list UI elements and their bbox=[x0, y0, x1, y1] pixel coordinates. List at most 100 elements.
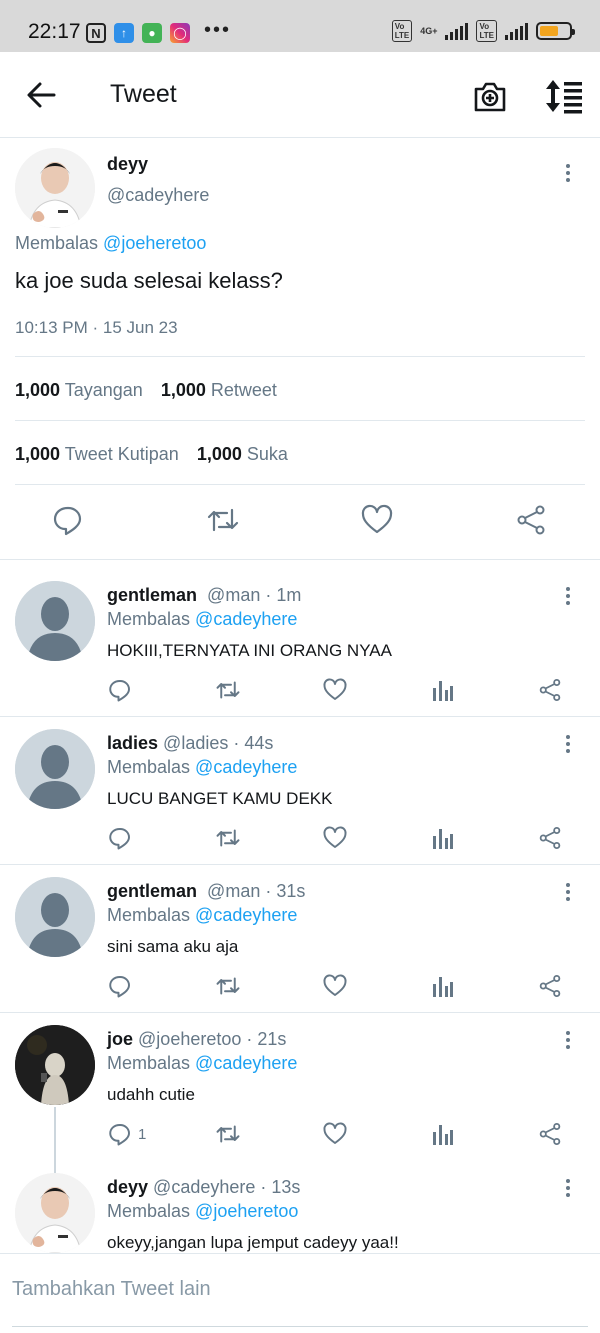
more-options-button[interactable] bbox=[556, 583, 580, 609]
share-icon bbox=[517, 505, 545, 535]
reply-author-handle[interactable]: @man · 31s bbox=[207, 881, 305, 901]
reply-author-handle[interactable]: @joeheretoo · 21s bbox=[138, 1029, 286, 1049]
reply-author-name[interactable]: deyy bbox=[107, 1177, 148, 1197]
more-dot bbox=[566, 890, 570, 894]
share-button[interactable] bbox=[538, 973, 562, 999]
like-button[interactable] bbox=[323, 677, 347, 703]
retweet-button[interactable] bbox=[206, 503, 240, 537]
share-button[interactable] bbox=[538, 677, 562, 703]
top-app-bar: Tweet bbox=[0, 52, 600, 138]
replying-to-handle[interactable]: @cadeyhere bbox=[195, 609, 297, 629]
more-dot bbox=[566, 1179, 570, 1183]
reply-author-handle[interactable]: @man · 1m bbox=[207, 585, 301, 605]
arrow-left-icon bbox=[27, 82, 56, 108]
retweets-stat[interactable]: 1,000 Retweet bbox=[161, 380, 277, 401]
reply-author-handle[interactable]: @cadeyhere · 13s bbox=[153, 1177, 300, 1197]
analytics-button[interactable] bbox=[432, 973, 454, 999]
replying-to-prefix: Membalas bbox=[107, 757, 191, 777]
retweet-icon bbox=[207, 508, 239, 532]
share-button[interactable] bbox=[514, 503, 548, 537]
more-dot bbox=[566, 883, 570, 887]
reply-button[interactable] bbox=[108, 973, 138, 999]
like-button[interactable] bbox=[323, 1121, 347, 1147]
avatar[interactable] bbox=[15, 877, 95, 957]
replying-to-handle[interactable]: @joeheretoo bbox=[195, 1201, 298, 1221]
user-photo-icon bbox=[15, 148, 95, 228]
reply-button[interactable] bbox=[51, 503, 85, 537]
likes-stat[interactable]: 1,000 Suka bbox=[197, 444, 288, 465]
quotes-label: Tweet Kutipan bbox=[64, 444, 179, 464]
more-options-button[interactable] bbox=[556, 731, 580, 757]
reply-author-name[interactable]: joe bbox=[107, 1029, 133, 1049]
reply-icon bbox=[109, 1124, 130, 1146]
more-options-button[interactable] bbox=[556, 1027, 580, 1053]
quotes-stat[interactable]: 1,000 Tweet Kutipan bbox=[15, 444, 179, 465]
reply-actions bbox=[0, 825, 600, 855]
user-photo-icon bbox=[15, 1025, 95, 1105]
sort-icon bbox=[546, 80, 582, 114]
like-button[interactable] bbox=[360, 503, 394, 537]
reply-icon bbox=[109, 828, 130, 850]
reply-tweet[interactable]: gentleman @man · 31s Membalas @cadeyhere… bbox=[0, 865, 600, 1013]
replying-to-handle[interactable]: @joeheretoo bbox=[103, 233, 206, 253]
more-options-button[interactable] bbox=[556, 879, 580, 905]
replying-to-handle[interactable]: @cadeyhere bbox=[195, 905, 297, 925]
share-button[interactable] bbox=[538, 825, 562, 851]
instagram-icon: ◯ bbox=[170, 23, 190, 43]
views-stat[interactable]: 1,000 Tayangan bbox=[15, 380, 143, 401]
heart-icon bbox=[323, 1122, 347, 1144]
reply-tweet[interactable]: gentleman @man · 1m Membalas @cadeyhere … bbox=[0, 561, 600, 717]
more-options-button[interactable] bbox=[556, 160, 580, 186]
like-button[interactable] bbox=[323, 825, 347, 851]
camera-plus-icon bbox=[474, 82, 506, 112]
camera-button[interactable] bbox=[470, 76, 510, 116]
retweet-button[interactable] bbox=[215, 825, 241, 851]
retweet-button[interactable] bbox=[215, 1121, 241, 1147]
sort-replies-button[interactable] bbox=[542, 76, 586, 116]
back-button[interactable] bbox=[24, 80, 60, 110]
avatar[interactable] bbox=[15, 1025, 95, 1105]
default-avatar-icon bbox=[15, 729, 95, 809]
replying-to-prefix: Membalas bbox=[15, 233, 99, 253]
reply-button[interactable] bbox=[108, 825, 138, 851]
add-tweet-input[interactable]: Tambahkan Tweet lain bbox=[12, 1278, 211, 1301]
retweet-button[interactable] bbox=[215, 677, 241, 703]
replying-to-prefix: Membalas bbox=[107, 1053, 191, 1073]
tweet-actions bbox=[0, 503, 600, 543]
reply-author-name[interactable]: gentleman bbox=[107, 585, 197, 605]
analytics-button[interactable] bbox=[432, 677, 454, 703]
share-icon bbox=[539, 678, 561, 702]
replying-to-handle[interactable]: @cadeyhere bbox=[195, 757, 297, 777]
more-dot bbox=[566, 749, 570, 753]
author-name[interactable]: deyy bbox=[107, 154, 148, 175]
avatar[interactable] bbox=[15, 729, 95, 809]
heart-icon bbox=[323, 826, 347, 848]
share-button[interactable] bbox=[538, 1121, 562, 1147]
like-button[interactable] bbox=[323, 973, 347, 999]
more-options-button[interactable] bbox=[556, 1175, 580, 1201]
network-type: 4G+ bbox=[420, 26, 438, 36]
replying-to-prefix: Membalas bbox=[107, 1201, 191, 1221]
reply-author-handle[interactable]: @ladies · 44s bbox=[163, 733, 273, 753]
status-time: 22:17 bbox=[28, 20, 81, 43]
analytics-button[interactable] bbox=[432, 1121, 454, 1147]
status-bar: 22:17 N ↑ ● ◯ ••• Vo LTE 4G+ Vo LTE bbox=[0, 0, 600, 52]
author-handle[interactable]: @cadeyhere bbox=[107, 185, 209, 206]
reply-author-name[interactable]: gentleman bbox=[107, 881, 197, 901]
views-label: Tayangan bbox=[64, 380, 143, 400]
avatar[interactable] bbox=[15, 1173, 95, 1253]
replying-to-handle[interactable]: @cadeyhere bbox=[195, 1053, 297, 1073]
analytics-button[interactable] bbox=[432, 825, 454, 851]
avatar[interactable] bbox=[15, 148, 95, 228]
replying-to-prefix: Membalas bbox=[107, 905, 191, 925]
reply-button[interactable] bbox=[108, 677, 138, 703]
reply-author-name[interactable]: ladies bbox=[107, 733, 158, 753]
notification-icons: N ↑ ● ◯ ••• bbox=[86, 18, 232, 44]
reply-tweet[interactable]: ladies @ladies · 44s Membalas @cadeyhere… bbox=[0, 717, 600, 865]
more-notifications-icon: ••• bbox=[204, 18, 232, 41]
reply-button[interactable]: 1 bbox=[108, 1121, 146, 1147]
more-dot bbox=[566, 742, 570, 746]
avatar[interactable] bbox=[15, 581, 95, 661]
reply-text: okeyy,jangan lupa jemput cadeyy yaa!! bbox=[107, 1233, 399, 1252]
retweet-button[interactable] bbox=[215, 973, 241, 999]
